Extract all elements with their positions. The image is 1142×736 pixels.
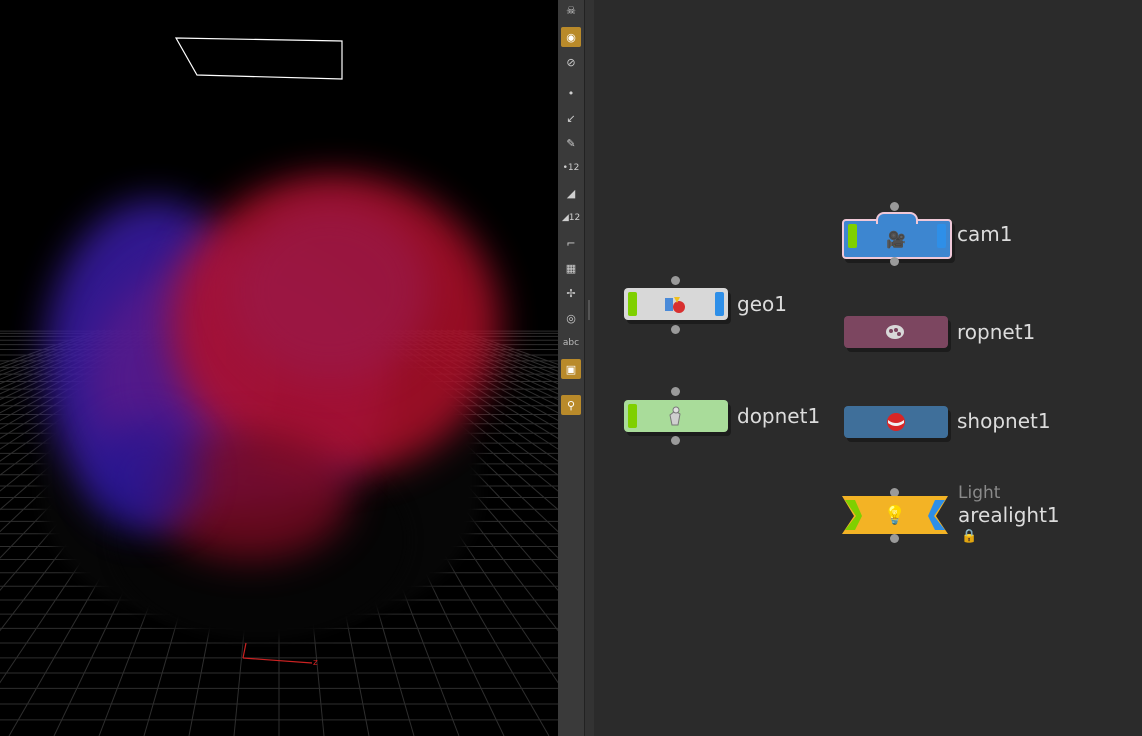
paint-icon[interactable]: ◢ bbox=[561, 183, 581, 203]
brush-icon[interactable]: ↙ bbox=[561, 108, 581, 128]
node-label: dopnet1 bbox=[737, 404, 821, 428]
network-editor[interactable]: 🎥 cam1 geo1 ropnet1 dopnet1 shopnet1 💡 L… bbox=[594, 0, 1142, 736]
shader-ball-icon bbox=[884, 410, 908, 434]
output-connector[interactable] bbox=[890, 257, 899, 266]
node-body[interactable]: 🎥 bbox=[842, 219, 952, 259]
render-flag[interactable] bbox=[937, 224, 946, 248]
display-flag[interactable] bbox=[628, 404, 637, 428]
dop-icon bbox=[664, 404, 688, 428]
viewport-toolbar: ☠ ◉ ⊘ • ↙ ✎ •12 ◢ ◢12 ⌐ ▦ ✢ ◎ abc ▣ ⚲ bbox=[558, 0, 585, 736]
node-label: cam1 bbox=[957, 222, 1013, 246]
node-label: ropnet1 bbox=[957, 320, 1036, 344]
node-body[interactable] bbox=[624, 288, 728, 320]
input-connector[interactable] bbox=[890, 202, 899, 211]
display-icon[interactable]: ◎ bbox=[561, 308, 581, 328]
handle-icon[interactable]: ◉ bbox=[561, 27, 581, 47]
output-connector[interactable] bbox=[890, 534, 899, 543]
number-12b-icon[interactable]: ◢12 bbox=[561, 208, 581, 228]
node-label: shopnet1 bbox=[957, 409, 1051, 433]
lightbulb-icon: 💡 bbox=[883, 504, 907, 526]
pencil-icon[interactable]: ✎ bbox=[561, 133, 581, 153]
output-connector[interactable] bbox=[671, 436, 680, 445]
origin-axes: z bbox=[242, 642, 318, 668]
camera-icon: 🎥 bbox=[886, 229, 906, 249]
scene-viewport[interactable]: z bbox=[0, 0, 558, 736]
geometry-icon bbox=[662, 292, 688, 316]
rop-icon bbox=[882, 320, 908, 344]
display-flag[interactable] bbox=[628, 292, 637, 316]
divider-handle[interactable] bbox=[588, 300, 590, 320]
pivot-icon[interactable]: ✢ bbox=[561, 283, 581, 303]
snap-icon[interactable]: ▦ bbox=[561, 258, 581, 278]
camera-node-top bbox=[876, 212, 918, 224]
render-flag[interactable] bbox=[715, 292, 724, 316]
point-icon[interactable]: • bbox=[561, 83, 581, 103]
node-body[interactable] bbox=[624, 400, 728, 432]
pin-icon[interactable]: ⚲ bbox=[561, 395, 581, 415]
lock-icon[interactable]: 🔒 bbox=[961, 529, 977, 544]
input-connector[interactable] bbox=[671, 276, 680, 285]
node-body[interactable] bbox=[844, 406, 948, 438]
node-label: arealight1 bbox=[958, 503, 1060, 527]
abc-icon[interactable]: abc bbox=[561, 333, 581, 353]
angle-icon[interactable]: ⌐ bbox=[561, 233, 581, 253]
background-icon[interactable]: ▣ bbox=[561, 359, 581, 379]
camera-frame-overlay: z bbox=[174, 37, 343, 668]
display-flag[interactable] bbox=[848, 224, 857, 248]
axis-z-label: z bbox=[313, 658, 318, 668]
input-connector[interactable] bbox=[671, 387, 680, 396]
node-label: geo1 bbox=[737, 292, 787, 316]
node-body[interactable] bbox=[844, 316, 948, 348]
number-12-icon[interactable]: •12 bbox=[561, 158, 581, 178]
output-connector[interactable] bbox=[671, 325, 680, 334]
skull-select-icon[interactable]: ☠ bbox=[561, 0, 581, 20]
view-toggle-icon[interactable]: ⊘ bbox=[561, 52, 581, 72]
node-subtype: Light bbox=[958, 483, 1001, 503]
